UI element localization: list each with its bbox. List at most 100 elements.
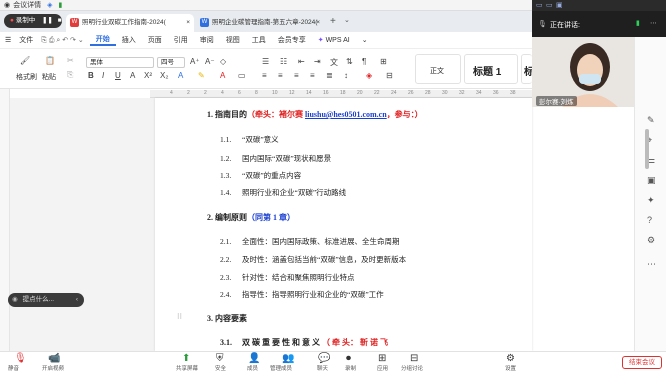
list-item[interactable]: 2.1. 全面性：国内国际政策、标准进展、全生命周期 [220,236,400,247]
more-icon[interactable]: ⋯ [650,19,657,27]
recording-indicator[interactable]: ● 录制中 ❚❚ ■ [4,14,62,28]
char-border-icon[interactable]: ▭ [238,71,246,80]
chinese-layout-icon[interactable]: 文 [330,57,338,68]
align-center-icon[interactable]: ≡ [278,71,283,80]
members-icon[interactable]: 👤 [248,353,260,364]
hamburger-icon[interactable]: ☰ [0,36,17,44]
quick-access-icons[interactable]: ⎘ ⎙ ⌕ ↶ ↷ ⌄ [35,36,89,45]
font-color-icon[interactable]: A [220,71,225,80]
cut-icon[interactable]: ✂ [67,56,74,65]
record-icon[interactable]: ⏺ [346,353,351,364]
security-icon[interactable]: ⛨ [216,353,224,364]
stop-icon[interactable]: ■ [58,17,62,24]
gallery-icon[interactable]: ▣ [556,1,563,9]
screenshot-icon[interactable]: ▣ [647,175,656,186]
text-effect-icon[interactable]: A [178,71,183,80]
list-item[interactable]: 1.2. 国内国际“双碳”现状和愿景 [220,153,331,164]
table-icon[interactable]: ⊞ [380,57,387,66]
menu-insert[interactable]: 插入 [116,35,142,45]
document-page[interactable]: 1. 指南目的（牵头：褚尔赛 liushu@hes0501.com.cn，参与：… [155,98,532,351]
wps-ai-button[interactable]: ✦ WPS AI [312,36,356,44]
line-spacing-icon[interactable]: ↕ [344,71,348,80]
superscript-icon[interactable]: X² [144,71,152,80]
drag-handle-icon[interactable]: ⁝⁝ [177,312,182,321]
scrollbar-thumb[interactable] [645,129,649,169]
align-right-icon[interactable]: ≡ [294,71,299,80]
paste-button[interactable]: 粘贴 [42,72,56,82]
settings-icon[interactable]: ⚙ [647,235,655,246]
help-icon[interactable]: ? [647,215,652,225]
distribute-icon[interactable]: ≣ [326,71,333,80]
menu-reference[interactable]: 引用 [168,35,194,45]
list-item[interactable]: 2.2. 及时性：涵盖包括当前“双碳”信息，及时更新版本 [220,254,406,265]
justify-icon[interactable]: ≡ [310,71,315,80]
breakout-icon[interactable]: ⊟ [410,353,418,364]
video-off-icon[interactable]: 📹 [48,353,60,364]
bullets-icon[interactable]: ☰ [262,57,269,66]
tab-doc-guide[interactable]: W 照明行业双碳工作指南-2024( × [66,14,194,32]
email-link[interactable]: liushu@hes0501.com.cn [305,110,387,119]
bold-icon[interactable]: B [88,71,94,80]
share-screen-icon[interactable]: ⬆ [182,353,190,364]
file-menu[interactable]: 文件 [17,35,35,45]
clear-format-icon[interactable]: ◇ [220,57,226,66]
font-name-select[interactable]: 黑体 [86,57,154,68]
mic-off-icon[interactable]: 🎙 [14,353,27,364]
menu-member[interactable]: 会员专享 [272,35,312,45]
shrink-font-icon[interactable]: A⁻ [205,57,215,66]
list-item[interactable]: 1.3. “双碳”的重点内容 [220,170,301,181]
chat-icon[interactable]: 💬 [318,353,330,364]
more-icon[interactable]: ⌄ [356,36,374,44]
minimize-icon[interactable]: ▭ [546,1,553,9]
menu-tools[interactable]: 工具 [246,35,272,45]
menu-review[interactable]: 审阅 [194,35,220,45]
borders-icon[interactable]: ⊟ [386,71,393,80]
manage-members-icon[interactable]: 👥 [282,353,294,364]
sort-icon[interactable]: ⇅ [346,57,353,66]
font-size-select[interactable]: 四号 [157,57,185,68]
more-icon[interactable]: ⋯ [647,259,656,270]
format-painter-button[interactable]: 格式刷 [16,72,37,82]
pen-icon[interactable]: ✎ [647,115,655,126]
format-painter-icon[interactable]: 🖌 [20,56,30,65]
new-tab-button[interactable]: + [330,16,336,27]
show-marks-icon[interactable]: ¶ [362,57,366,66]
close-icon[interactable]: × [316,14,320,32]
menu-view[interactable]: 视图 [220,35,246,45]
pause-icon[interactable]: ❚❚ [42,17,53,24]
numbering-icon[interactable]: ☷ [280,57,287,66]
list-item[interactable]: 2.3. 针对性：结合和聚焦照明行业特点 [220,272,355,283]
layout-icon[interactable]: ▭ [536,1,543,9]
style-heading2-preview[interactable]: 标 [521,54,534,84]
chevron-down-icon[interactable]: ⌄ [344,16,350,24]
menu-home[interactable]: 开始 [89,34,116,46]
end-meeting-button[interactable]: 结束会议 [622,356,662,369]
heading-1[interactable]: 1. 指南目的（牵头：褚尔赛 liushu@hes0501.com.cn，参与：… [207,109,423,120]
list-item[interactable]: 2.4. 指导性：指导照明行业和企业的“双碳”工作 [220,289,384,300]
apps-icon[interactable]: ⊞ [378,353,386,364]
grow-font-icon[interactable]: A⁺ [190,57,200,66]
subheading-3-1[interactable]: 3.1. 双 碳 重 要 性 和 意 义 （ 牵 头： 靳 诺 飞 [220,337,388,348]
collapse-icon[interactable]: ‹ [76,293,78,307]
list-item[interactable]: 1.4. 照明行业和企业“双碳”行动路线 [220,187,346,198]
list-item[interactable]: 1.1. “双碳”意义 [220,134,279,145]
settings-icon[interactable]: ⚙ [506,353,515,364]
close-icon[interactable]: × [186,14,190,32]
italic-icon[interactable]: I [102,71,104,80]
shading-icon[interactable]: ◈ [366,71,372,80]
underline-icon[interactable]: U [115,71,121,80]
highlight-icon[interactable]: ✎ [198,71,205,80]
heading-2[interactable]: 2. 编制原则（同第 1 章） [207,212,295,223]
menu-page[interactable]: 页面 [142,35,168,45]
assistant-input[interactable]: ◉ 提点什么... ‹ [8,293,84,307]
tab-doc-carbon[interactable]: W 照明企业碳管理指南-第五六章-2024( × [196,14,324,32]
style-body-preview[interactable]: 正文 [415,54,461,84]
magic-icon[interactable]: ✦ [647,195,655,206]
subscript-icon[interactable]: X₂ [160,71,168,80]
strikethrough-icon[interactable]: A [130,71,135,80]
heading-3[interactable]: 3. 内容要素 [207,313,247,324]
style-heading1-preview[interactable]: 标题 1 [464,54,518,84]
indent-icon[interactable]: ⇥ [314,57,321,66]
copy-icon[interactable]: ⎘ [67,70,73,80]
outdent-icon[interactable]: ⇤ [298,57,305,66]
